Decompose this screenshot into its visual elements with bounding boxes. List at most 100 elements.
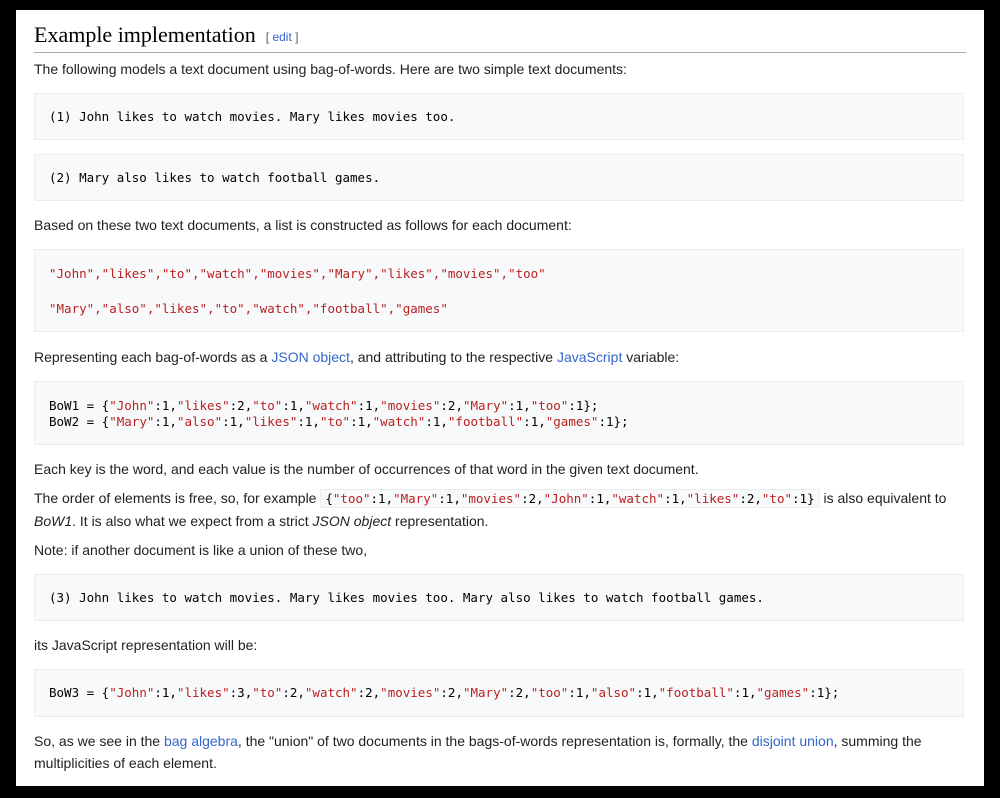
representation-paragraph: its JavaScript representation will be:: [34, 637, 258, 653]
text-span: , and attributing to the respective: [349, 349, 557, 365]
code-string: "watch": [372, 414, 426, 429]
code-string: "to": [252, 685, 283, 700]
text-span: , summing the: [833, 733, 922, 749]
code-text: :2,: [508, 685, 531, 700]
code-block-doc1: (1) John likes to watch movies. Mary lik…: [34, 93, 964, 140]
text-span: multiplicities of each element.: [34, 755, 217, 771]
code-string: "likes": [244, 414, 298, 429]
code-string: "movies": [380, 685, 441, 700]
code-string: "games": [756, 685, 810, 700]
code-string: "Mary": [109, 414, 155, 429]
code-string: "to": [252, 398, 283, 413]
code-text: BoW1 = {: [49, 398, 110, 413]
edit-link[interactable]: edit: [272, 30, 291, 44]
text-span: Representing each bag-of-words as a: [34, 349, 272, 365]
code-string: "likes": [686, 491, 740, 506]
code-text: :1,: [733, 685, 757, 700]
code-text: :1,: [370, 491, 394, 506]
disjoint-union-link[interactable]: disjoint union: [752, 733, 834, 749]
code-text: :1,: [154, 414, 177, 429]
json-paragraph: Representing each bag-of-words as a JSON…: [34, 346, 964, 368]
code-text: :1,: [154, 398, 177, 413]
code-line: (1) John likes to watch movies. Mary lik…: [49, 109, 949, 125]
intro-paragraph: The following models a text document usi…: [34, 61, 627, 77]
edit-bracket-close: ]: [291, 29, 299, 44]
code-text: :1,: [297, 414, 320, 429]
order-paragraph: The order of elements is free, so, for e…: [34, 487, 964, 532]
code-string: "too": [530, 685, 569, 700]
code-block-bow12: BoW1 = {"John":1,"likes":2,"to":1,"watch…: [34, 381, 964, 445]
bag-algebra-link[interactable]: bag algebra: [164, 733, 238, 749]
javascript-link[interactable]: JavaScript: [557, 349, 622, 365]
code-string: "too": [332, 491, 371, 506]
code-text: :1,: [508, 398, 531, 413]
code-text: :1,: [664, 491, 687, 506]
article-frame: Example implementation [ edit ] The follo…: [16, 10, 984, 786]
text-span: . It is also what we expect from a stric…: [72, 513, 313, 529]
inline-code: {"too":1,"Mary":1,"movies":2,"John":1,"w…: [320, 489, 820, 508]
code-text: BoW2 = {: [49, 414, 110, 429]
code-text: :1,: [636, 685, 659, 700]
code-text: :1,: [357, 398, 381, 413]
italic-bow1: BoW1: [34, 513, 73, 529]
code-string: "to": [761, 491, 793, 506]
code-text: :2,: [282, 685, 305, 700]
code-text: :2,: [229, 398, 253, 413]
code-text: :1,: [425, 414, 448, 429]
code-string: "football": [447, 414, 524, 429]
note-paragraph: Note: if another document is like a unio…: [34, 542, 368, 558]
code-line: (3) John likes to watch movies. Mary lik…: [49, 590, 949, 606]
code-text: :2,: [440, 685, 463, 700]
code-text: :1,: [154, 685, 177, 700]
code-string: "John": [109, 685, 155, 700]
code-text: :1,: [438, 491, 461, 506]
code-block-lists: "John","likes","to","watch","movies","Ma…: [34, 249, 964, 332]
code-string: "Mary": [462, 685, 509, 700]
code-string: "also": [590, 685, 637, 700]
section-title: Example implementation: [34, 22, 256, 47]
conclusion-paragraph: So, as we see in the bag algebra, the "u…: [34, 730, 964, 774]
code-string: "to": [319, 414, 351, 429]
code-line-list2: "Mary","also","likes","to","watch","foot…: [49, 301, 448, 316]
code-string: "too": [530, 398, 569, 413]
code-text: :1};: [568, 398, 599, 413]
code-string: "watch": [304, 398, 358, 413]
text-span: , the "union" of two documents in the ba…: [237, 733, 752, 749]
key-paragraph: Each key is the word, and each value is …: [34, 461, 699, 477]
code-text: :2,: [521, 491, 544, 506]
text-span: So, as we see in the: [34, 733, 164, 749]
code-text: :2,: [739, 491, 762, 506]
code-text: :1,: [568, 685, 591, 700]
code-string: "watch": [304, 685, 358, 700]
list-paragraph: Based on these two text documents, a lis…: [34, 217, 572, 233]
code-string: "also": [176, 414, 223, 429]
code-string: "Mary": [462, 398, 509, 413]
code-block-doc3: (3) John likes to watch movies. Mary lik…: [34, 574, 964, 621]
code-text: :1,: [350, 414, 373, 429]
code-text: BoW3 = {: [49, 685, 110, 700]
code-text: :1};: [809, 685, 840, 700]
text-span: representation.: [391, 513, 489, 529]
code-string: "John": [543, 491, 589, 506]
code-text: (3) John likes to watch movies. Mary lik…: [49, 590, 764, 605]
code-text: :1,: [588, 491, 612, 506]
json-object-link[interactable]: JSON object: [271, 349, 350, 365]
code-text: (1) John likes to watch movies. Mary lik…: [49, 109, 456, 124]
code-text: :2,: [440, 398, 463, 413]
code-line: (2) Mary also likes to watch football ga…: [49, 170, 949, 186]
code-text: :1,: [222, 414, 245, 429]
code-string: "John": [109, 398, 155, 413]
code-line-bow2: BoW2 = {"Mary":1,"also":1,"likes":1,"to"…: [49, 414, 949, 430]
italic-json-object: JSON object: [312, 513, 392, 529]
code-text: {: [325, 491, 333, 506]
code-line-bow3: BoW3 = {"John":1,"likes":3,"to":2,"watch…: [49, 685, 949, 701]
code-text: :2,: [357, 685, 381, 700]
code-string: "Mary": [393, 491, 439, 506]
text-span: is also equivalent to: [819, 490, 947, 506]
code-string: "movies": [380, 398, 441, 413]
code-string: "movies": [460, 491, 522, 506]
code-string: "likes": [176, 685, 230, 700]
code-line-bow1: BoW1 = {"John":1,"likes":2,"to":1,"watch…: [49, 398, 949, 414]
edit-section: [ edit ]: [266, 30, 299, 44]
code-string: "football": [658, 685, 734, 700]
